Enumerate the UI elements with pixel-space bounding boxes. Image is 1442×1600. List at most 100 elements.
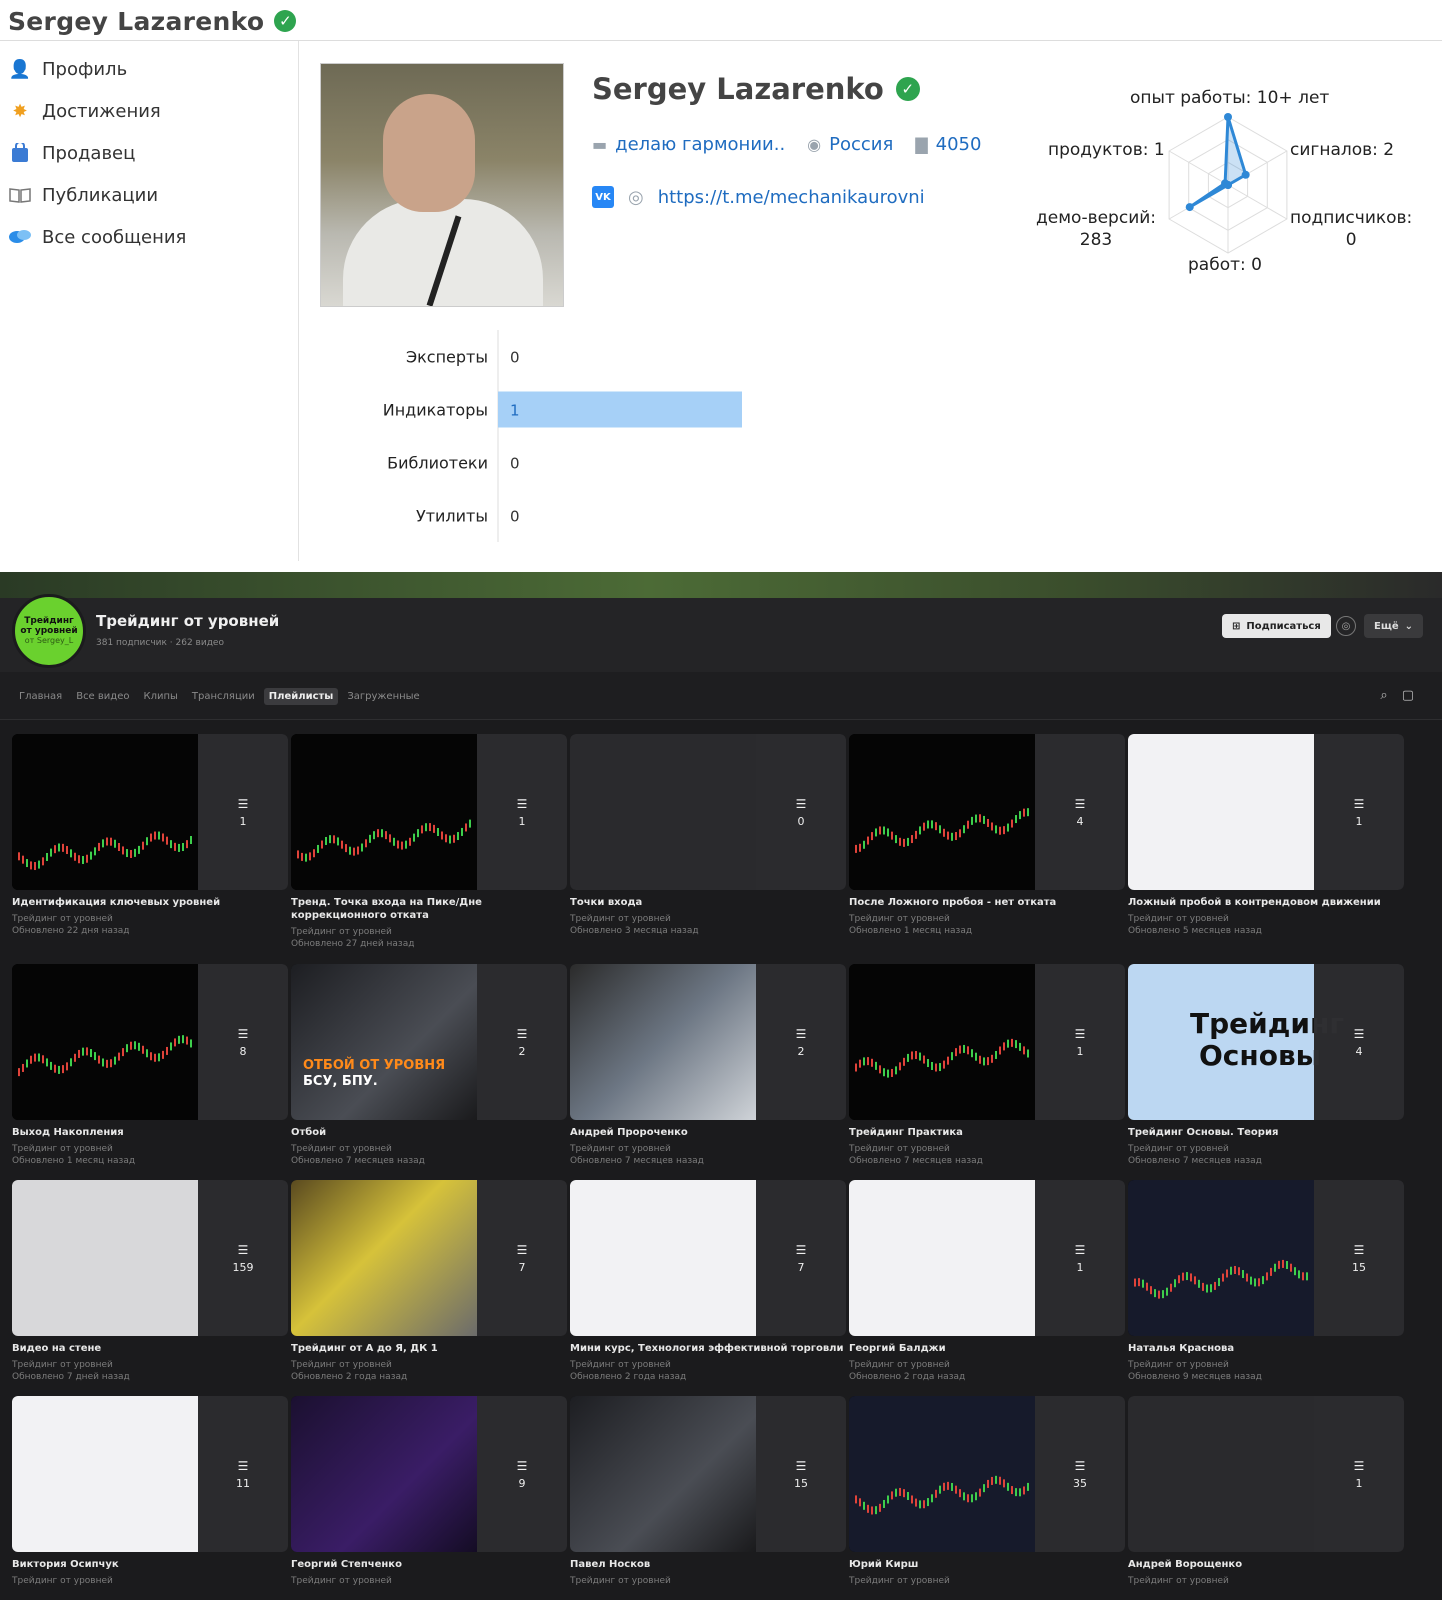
sidebar-item-seller[interactable]: Продавец <box>8 132 288 174</box>
playlist-card[interactable]: ☰ 8 Выход Накопления Трейдинг от уровней Обн… <box>12 964 288 1167</box>
playlist-author[interactable]: Трейдинг от уровней <box>291 926 567 938</box>
playlist-thumbnail[interactable]: ☰ 9 <box>291 1396 567 1552</box>
subscribe-button[interactable]: ⊞ Подписаться <box>1222 614 1331 638</box>
sidebar-item-achievements[interactable]: ✸ Достижения <box>8 90 288 132</box>
channel-logo[interactable]: Трейдинг от уровней от Sergey_L <box>12 594 86 668</box>
playlist-thumbnail[interactable]: ☰ 1 <box>1128 734 1404 890</box>
playlist-author[interactable]: Трейдинг от уровней <box>291 1143 567 1155</box>
vk-icon[interactable]: VK <box>592 186 614 208</box>
playlist-author[interactable]: Трейдинг от уровней <box>849 1575 1125 1587</box>
tab-uploaded[interactable]: Загруженные <box>342 688 424 705</box>
playlist-card[interactable]: ☰ 1 Трейдинг Практика Трейдинг от уровней Об… <box>849 964 1125 1167</box>
playlist-thumbnail[interactable]: ☰ 2 <box>570 964 846 1120</box>
tab-all-videos[interactable]: Все видео <box>71 688 134 705</box>
playlist-author[interactable]: Трейдинг от уровней <box>12 913 288 925</box>
playlist-author[interactable]: Трейдинг от уровней <box>570 1575 846 1587</box>
playlist-thumbnail[interactable]: ☰ 8 <box>12 964 288 1120</box>
more-button[interactable]: Ещё ⌄ <box>1364 614 1424 638</box>
playlist-author[interactable]: Трейдинг от уровней <box>849 1143 1125 1155</box>
playlist-thumbnail[interactable]: ☰ 1 <box>12 734 288 890</box>
playlist-card[interactable]: ☰ 11 Виктория Осипчук Трейдинг от уровней <box>12 1396 288 1587</box>
playlist-title[interactable]: Выход Накопления <box>12 1126 288 1139</box>
chat-icon[interactable]: ▢ <box>1402 688 1414 703</box>
tab-clips[interactable]: Клипы <box>138 688 182 705</box>
playlist-author[interactable]: Трейдинг от уровней <box>1128 1575 1404 1587</box>
playlist-thumbnail[interactable]: ☰ 11 <box>12 1396 288 1552</box>
search-icon[interactable]: ⌕ <box>1380 688 1387 703</box>
notification-icon[interactable]: ◎ <box>1336 616 1356 636</box>
playlist-card[interactable]: ☰ 35 Юрий Кирш Трейдинг от уровней <box>849 1396 1125 1587</box>
playlist-thumbnail[interactable]: ☰ 35 <box>849 1396 1125 1552</box>
playlist-title[interactable]: Георгий Балджи <box>849 1342 1125 1355</box>
tab-playlists[interactable]: Плейлисты <box>263 688 339 705</box>
playlist-card[interactable]: ☰ 159 Видео на стене Трейдинг от уровней Обн… <box>12 1180 288 1383</box>
playlist-thumbnail[interactable]: ☰ 7 <box>291 1180 567 1336</box>
playlist-thumbnail[interactable]: ☰ 15 <box>1128 1180 1404 1336</box>
playlist-author[interactable]: Трейдинг от уровней <box>570 1143 846 1155</box>
playlist-author[interactable]: Трейдинг от уровней <box>12 1359 288 1371</box>
playlist-author[interactable]: Трейдинг от уровней <box>570 1359 846 1371</box>
playlist-title[interactable]: Видео на стене <box>12 1342 288 1355</box>
playlist-card[interactable]: ☰ 2 Андрей Пророченко Трейдинг от уровней Об… <box>570 964 846 1167</box>
rating-item[interactable]: ▇ 4050 <box>915 134 981 155</box>
playlist-author[interactable]: Трейдинг от уровней <box>291 1575 567 1587</box>
playlist-card[interactable]: ☰ 1 Андрей Ворощенко Трейдинг от уровней <box>1128 1396 1404 1587</box>
playlist-author[interactable]: Трейдинг от уровней <box>570 913 846 925</box>
playlist-title[interactable]: Отбой <box>291 1126 567 1139</box>
playlist-author[interactable]: Трейдинг от уровней <box>1128 1359 1404 1371</box>
playlist-thumbnail[interactable]: ☰ 0 <box>570 734 846 890</box>
sidebar-item-messages[interactable]: Все сообщения <box>8 216 288 258</box>
playlist-card[interactable]: Трейдинг Основы ☰ 4 Трейдинг Основы. Теория Т… <box>1128 964 1404 1167</box>
playlist-title[interactable]: Трейдинг Практика <box>849 1126 1125 1139</box>
playlist-title[interactable]: Мини курс, Технология эффективной торгов… <box>570 1342 846 1355</box>
playlist-thumbnail[interactable]: ОТБОЙ ОТ УРОВНЯ БСУ, БПУ. ☰ 2 <box>291 964 567 1120</box>
sidebar-item-publications[interactable]: Публикации <box>8 174 288 216</box>
playlist-card[interactable]: ОТБОЙ ОТ УРОВНЯ БСУ, БПУ. ☰ 2 Отбой Трейдинг … <box>291 964 567 1167</box>
playlist-thumbnail[interactable]: ☰ 1 <box>849 964 1125 1120</box>
playlist-card[interactable]: ☰ 15 Павел Носков Трейдинг от уровней <box>570 1396 846 1587</box>
playlist-card[interactable]: ☰ 1 Тренд. Точка входа на Пике/Дне коррекц… <box>291 734 567 950</box>
telegram-link[interactable]: https://t.me/mechanikaurovni <box>658 187 925 208</box>
playlist-title[interactable]: Тренд. Точка входа на Пике/Дне коррекцио… <box>291 896 567 922</box>
playlist-thumbnail[interactable]: ☰ 1 <box>291 734 567 890</box>
playlist-title[interactable]: Павел Носков <box>570 1558 846 1571</box>
playlist-card[interactable]: ☰ 15 Наталья Краснова Трейдинг от уровней Об… <box>1128 1180 1404 1383</box>
status-item[interactable]: ▬ делаю гармонии.. <box>592 134 785 155</box>
playlist-title[interactable]: Георгий Степченко <box>291 1558 567 1571</box>
playlist-card[interactable]: ☰ 1 Георгий Балджи Трейдинг от уровней Обнов… <box>849 1180 1125 1383</box>
sidebar-item-profile[interactable]: 👤 Профиль <box>8 48 288 90</box>
playlist-thumbnail[interactable]: ☰ 159 <box>12 1180 288 1336</box>
playlist-thumbnail[interactable]: Трейдинг Основы ☰ 4 <box>1128 964 1404 1120</box>
playlist-card[interactable]: ☰ 7 Мини курс, Технология эффективной торг… <box>570 1180 846 1383</box>
playlist-thumbnail[interactable]: ☰ 1 <box>849 1180 1125 1336</box>
playlist-author[interactable]: Трейдинг от уровней <box>849 913 1125 925</box>
playlist-card[interactable]: ☰ 7 Трейдинг от А до Я, ДК 1 Трейдинг от ур… <box>291 1180 567 1383</box>
playlist-author[interactable]: Трейдинг от уровней <box>1128 913 1404 925</box>
playlist-title[interactable]: После Ложного пробоя - нет отката <box>849 896 1125 909</box>
playlist-card[interactable]: ☰ 1 Идентификация ключевых уровней Трейдинг… <box>12 734 288 937</box>
playlist-author[interactable]: Трейдинг от уровней <box>1128 1143 1404 1155</box>
playlist-thumbnail[interactable]: ☰ 7 <box>570 1180 846 1336</box>
playlist-title[interactable]: Юрий Кирш <box>849 1558 1125 1571</box>
playlist-author[interactable]: Трейдинг от уровней <box>12 1575 288 1587</box>
playlist-title[interactable]: Ложный пробой в контрендовом движении <box>1128 896 1404 909</box>
playlist-title[interactable]: Точки входа <box>570 896 846 909</box>
playlist-card[interactable]: ☰ 0 Точки входа Трейдинг от уровней Обновлен… <box>570 734 846 937</box>
playlist-author[interactable]: Трейдинг от уровней <box>12 1143 288 1155</box>
tab-home[interactable]: Главная <box>14 688 67 705</box>
channel-title[interactable]: Трейдинг от уровней <box>96 612 279 630</box>
playlist-thumbnail[interactable]: ☰ 4 <box>849 734 1125 890</box>
playlist-author[interactable]: Трейдинг от уровней <box>849 1359 1125 1371</box>
playlist-title[interactable]: Андрей Пророченко <box>570 1126 846 1139</box>
playlist-author[interactable]: Трейдинг от уровней <box>291 1359 567 1371</box>
playlist-card[interactable]: ☰ 4 После Ложного пробоя - нет отката Трейд… <box>849 734 1125 937</box>
playlist-title[interactable]: Трейдинг от А до Я, ДК 1 <box>291 1342 567 1355</box>
playlist-card[interactable]: ☰ 1 Ложный пробой в контрендовом движении Т… <box>1128 734 1404 937</box>
playlist-title[interactable]: Виктория Осипчук <box>12 1558 288 1571</box>
playlist-title[interactable]: Наталья Краснова <box>1128 1342 1404 1355</box>
tab-streams[interactable]: Трансляции <box>187 688 260 705</box>
country-item[interactable]: ◉ Россия <box>807 134 893 155</box>
playlist-thumbnail[interactable]: ☰ 1 <box>1128 1396 1404 1552</box>
playlist-thumbnail[interactable]: ☰ 15 <box>570 1396 846 1552</box>
playlist-title[interactable]: Трейдинг Основы. Теория <box>1128 1126 1404 1139</box>
